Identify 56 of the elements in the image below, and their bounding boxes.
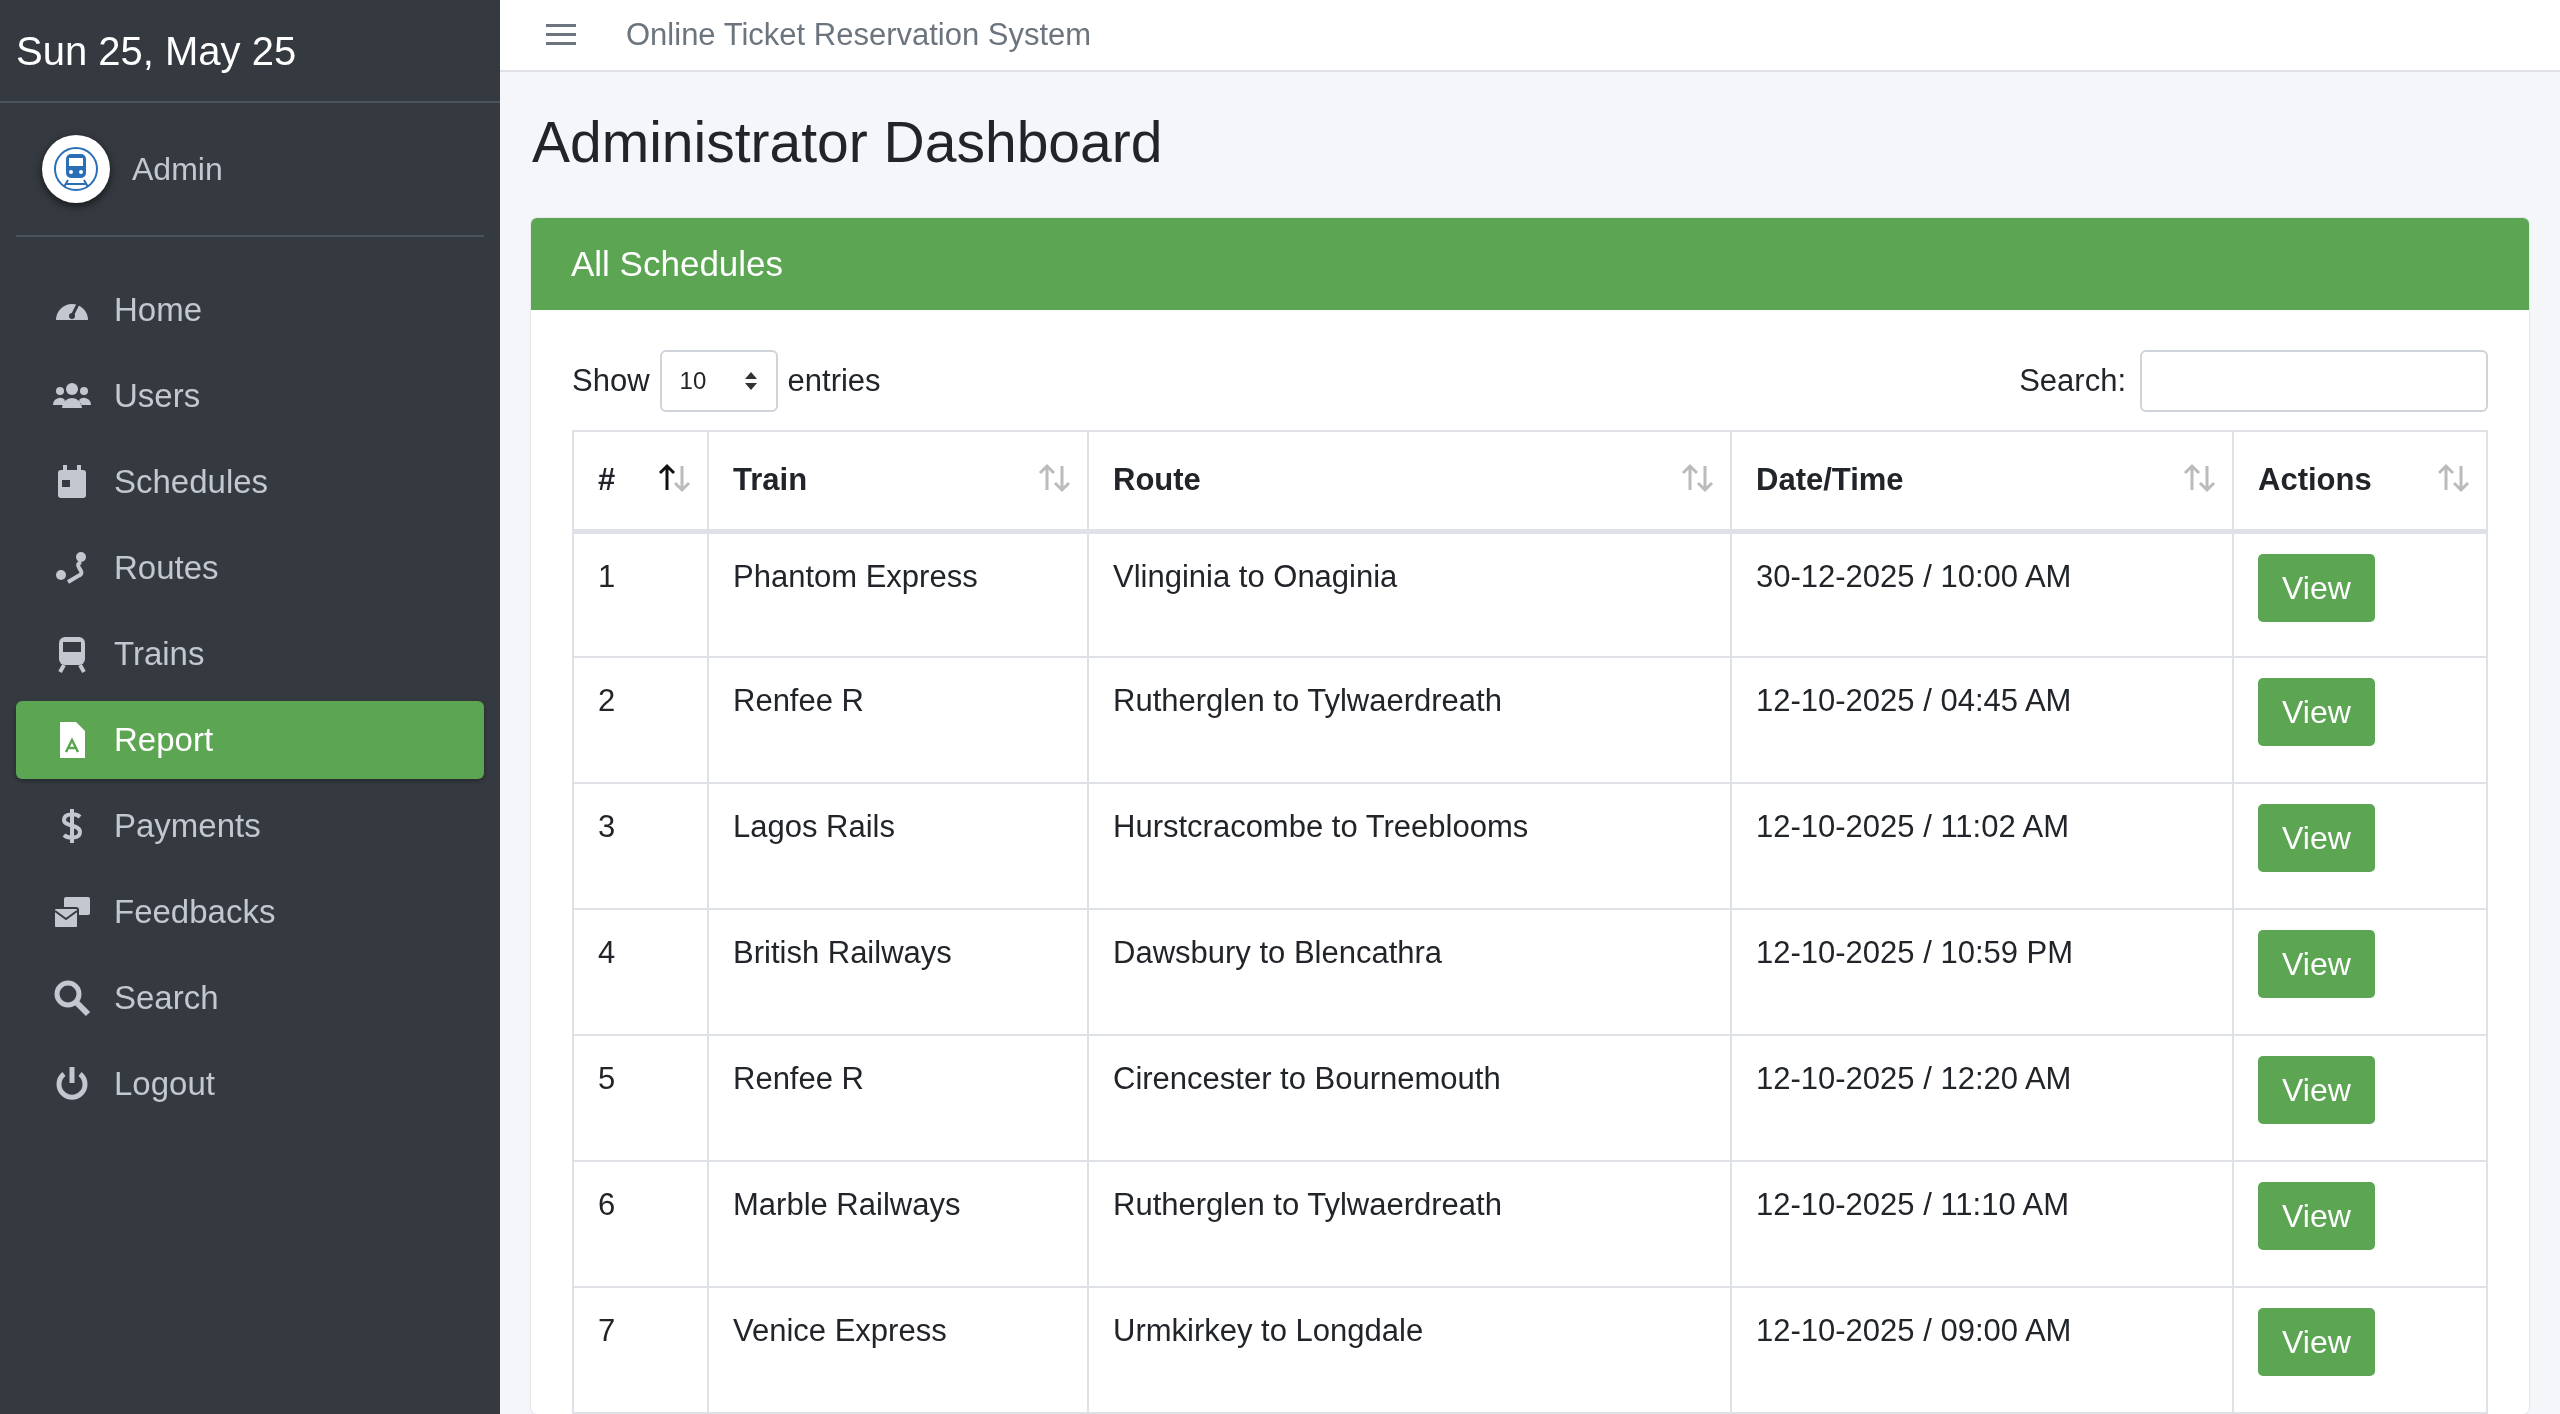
sidebar-nav-item[interactable]: Trains [16,615,484,693]
table-cell: 12-10-2025 / 04:45 AM [1756,683,2072,718]
menu-icon[interactable] [546,21,576,48]
column-header[interactable]: # [573,431,708,531]
table-cell: Hurstcracombe to Treeblooms [1113,809,1529,844]
card-title: All Schedules [571,242,784,285]
table-cell: 12-10-2025 / 10:59 PM [1756,935,2074,970]
sidebar-nav-item[interactable]: Search [16,959,484,1037]
table-cell: Phantom Express [733,558,978,594]
sidebar-nav-item[interactable]: Routes [16,529,484,607]
table-cell: 4 [598,935,616,970]
column-header[interactable]: Date/Time [1731,431,2233,531]
search-label: Search: [2019,361,2126,400]
app-title: Online Ticket Reservation System [626,15,1092,54]
entries-label: entries [787,361,881,400]
date-label: Sun 25, May 25 [16,27,297,75]
show-label: Show [572,361,650,400]
page-size-select[interactable]: 10 [659,350,778,412]
user-name: Admin [132,150,223,189]
table-cell: 2 [598,683,616,718]
column-header[interactable]: Actions [2233,431,2487,531]
sidebar-nav-item[interactable]: Schedules [16,443,484,521]
table-cell: 1 [598,558,616,594]
table-cell: 12-10-2025 / 11:10 AM [1756,1187,2070,1222]
column-header[interactable]: Route [1088,431,1731,531]
table-cell: Cirencester to Bournemouth [1113,1061,1501,1096]
page-title: Administrator Dashboard [532,108,1164,176]
train-avatar-icon [42,135,110,203]
table-cell: Marble Railways [733,1187,961,1222]
sidebar-nav-item[interactable]: Users [16,357,484,435]
table-cell: Venice Express [733,1313,947,1348]
table-cell: Urmkirkey to Longdale [1113,1313,1424,1348]
table-cell: Renfee R [733,1061,864,1096]
sidebar-nav-item[interactable]: Payments [16,787,484,865]
table-cell: Renfee R [733,683,864,718]
sidebar-nav-item[interactable]: Logout [16,1045,484,1123]
updown-caret-icon [743,370,758,392]
table-cell: Dawsbury to Blencathra [1113,935,1443,970]
search-icon [52,978,92,1018]
table-cell: 12-10-2025 / 11:02 AM [1756,809,2070,844]
table-cell: British Railways [733,935,952,970]
table-cell: 5 [598,1061,616,1096]
table-cell: 12-10-2025 / 09:00 AM [1756,1313,2072,1348]
table-cell: Rutherglen to Tylwaerdreath [1113,1187,1502,1222]
table-cell: Vlinginia to Onaginia [1113,558,1398,594]
sidebar-nav-item[interactable]: Feedbacks [16,873,484,951]
table-cell: 3 [598,809,616,844]
table-cell: Lagos Rails [733,809,895,844]
table-cell: 30-12-2025 / 10:00 AM [1756,558,2072,594]
table-cell: Rutherglen to Tylwaerdreath [1113,683,1502,718]
search-field[interactable] [2140,350,2488,412]
table-cell: 12-10-2025 / 12:20 AM [1756,1061,2072,1096]
table-cell: 7 [598,1313,616,1348]
column-header[interactable]: Train [708,431,1088,531]
sidebar-nav-item[interactable]: Home [16,271,484,349]
table-cell: 6 [598,1187,616,1222]
